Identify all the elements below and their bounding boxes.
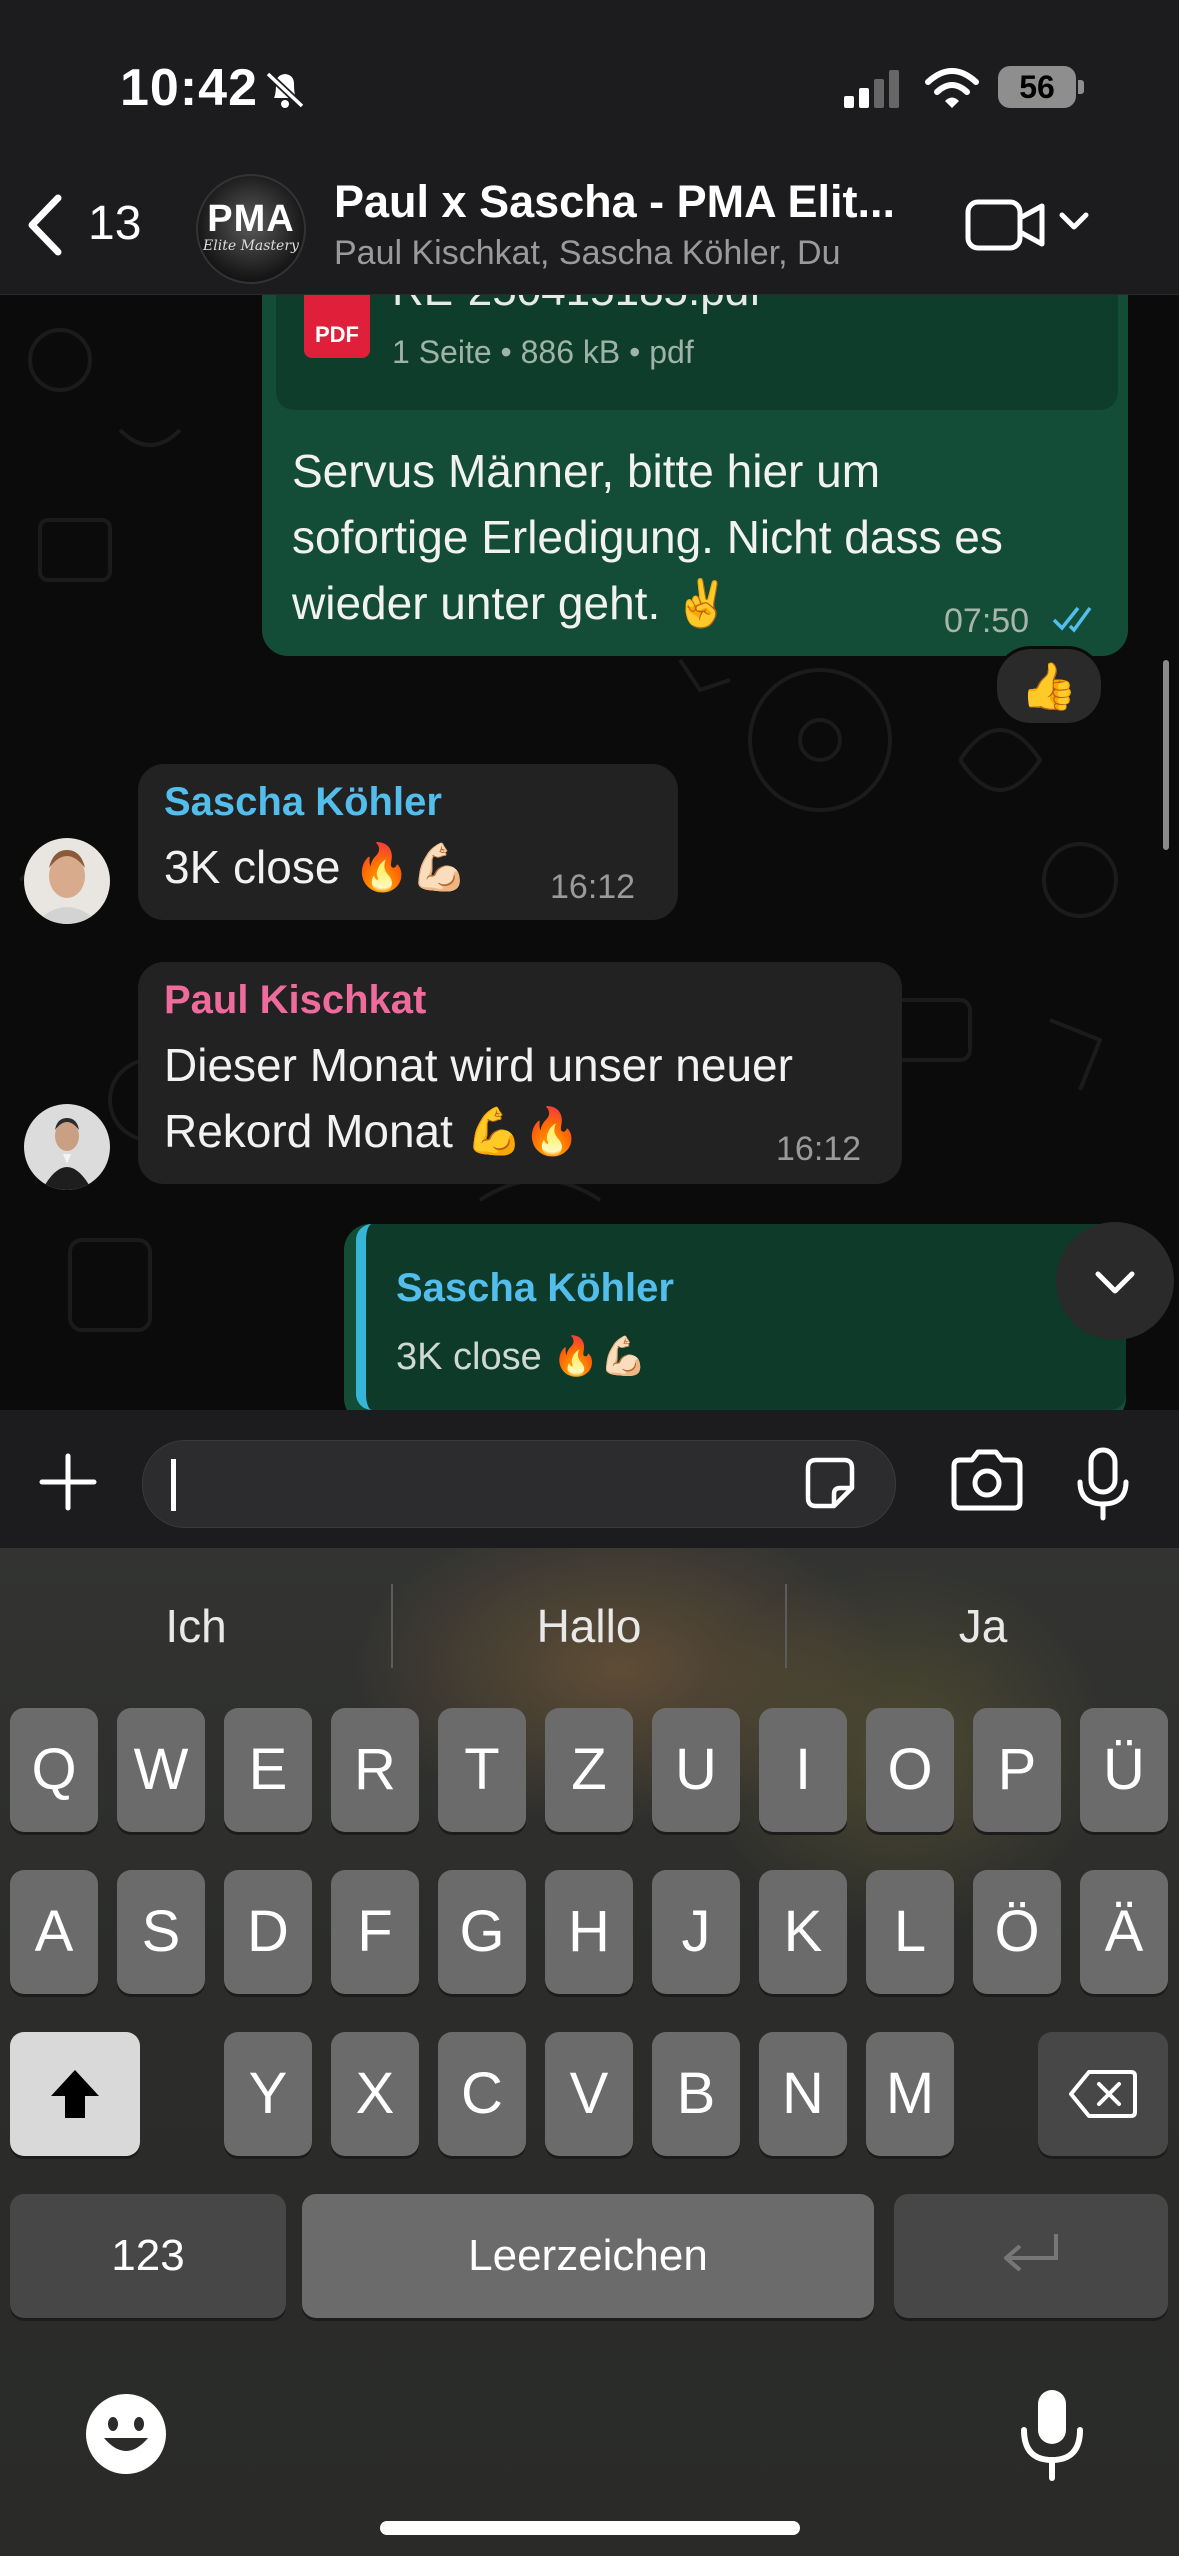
scroll-to-bottom-button[interactable] (1056, 1222, 1174, 1340)
key-f[interactable]: F (331, 1870, 419, 1994)
scroll-indicator[interactable] (1163, 660, 1169, 850)
chat-title[interactable]: Paul x Sascha - PMA Elit... (334, 176, 895, 228)
quoted-message[interactable]: Sascha Köhler 3K close 🔥💪🏻 (356, 1224, 1126, 1410)
key-i[interactable]: I (759, 1708, 847, 1832)
backspace-icon (1069, 2070, 1137, 2118)
message-time: 16:12 (550, 868, 636, 906)
key-n[interactable]: N (759, 2032, 847, 2156)
key-b[interactable]: B (652, 2032, 740, 2156)
message-time: 16:12 (776, 1130, 862, 1168)
text-cursor (171, 1459, 176, 1511)
keyboard: Ich Hallo Ja Q W E R T Z U I O P Ü A S D… (0, 1548, 1179, 2556)
key-ue[interactable]: Ü (1080, 1708, 1168, 1832)
key-p[interactable]: P (973, 1708, 1061, 1832)
message-input[interactable] (142, 1440, 896, 1528)
plus-icon[interactable] (36, 1450, 100, 1514)
chat-header: 13 PMA Elite Mastery Paul x Sascha - PMA… (0, 170, 1179, 295)
status-bar: 10:42 56 (0, 0, 1179, 170)
back-chevron-icon[interactable] (20, 192, 70, 258)
key-r[interactable]: R (331, 1708, 419, 1832)
suggestion-ja[interactable]: Ja (787, 1586, 1179, 1666)
key-s[interactable]: S (117, 1870, 205, 1994)
key-l[interactable]: L (866, 1870, 954, 1994)
group-avatar[interactable]: PMA Elite Mastery (196, 174, 306, 284)
key-j[interactable]: J (652, 1870, 740, 1994)
key-oe[interactable]: Ö (973, 1870, 1061, 1994)
message-input-bar (0, 1410, 1179, 1548)
shift-key[interactable] (10, 2032, 140, 2156)
key-v[interactable]: V (545, 2032, 633, 2156)
pdf-file-meta: 1 Seite • 886 kB • pdf (392, 334, 694, 370)
key-u[interactable]: U (652, 1708, 740, 1832)
avatar-paul[interactable] (24, 1104, 110, 1190)
chevron-down-icon[interactable] (1056, 206, 1092, 236)
message-time: 07:50 (944, 602, 1030, 640)
message-sender[interactable]: Paul Kischkat (164, 978, 426, 1023)
battery-cap (1078, 80, 1084, 94)
avatar-logo-text: PMA (207, 198, 295, 240)
message-sender[interactable]: Sascha Köhler (164, 780, 442, 825)
key-y[interactable]: Y (224, 2032, 312, 2156)
silent-mode-icon (265, 71, 305, 109)
battery-level: 56 (1019, 69, 1055, 105)
key-ae[interactable]: Ä (1080, 1870, 1168, 1994)
key-c[interactable]: C (438, 2032, 526, 2156)
chevron-down-icon (1095, 1271, 1135, 1294)
sticker-icon[interactable] (800, 1454, 860, 1514)
microphone-icon[interactable] (1074, 1446, 1132, 1522)
message-text: Dieser Monat wird unser neuer Rekord Mon… (164, 1039, 793, 1157)
delete-key[interactable] (1038, 2032, 1168, 2156)
avatar-sascha[interactable] (24, 838, 110, 924)
key-z[interactable]: Z (545, 1708, 633, 1832)
return-key[interactable] (894, 2194, 1168, 2318)
status-time: 10:42 (120, 59, 258, 117)
numbers-key[interactable]: 123 (10, 2194, 286, 2318)
message-reaction[interactable]: 👍 (994, 646, 1104, 726)
emoji-icon[interactable] (84, 2392, 168, 2476)
key-a[interactable]: A (10, 1870, 98, 1994)
video-call-icon[interactable] (964, 196, 1048, 254)
key-k[interactable]: K (759, 1870, 847, 1994)
home-indicator[interactable] (380, 2521, 800, 2535)
quoted-text: 3K close 🔥💪🏻 (396, 1336, 647, 1378)
key-t[interactable]: T (438, 1708, 526, 1832)
shift-arrow-icon (51, 2070, 99, 2118)
battery-icon: 56 (998, 66, 1076, 108)
key-m[interactable]: M (866, 2032, 954, 2156)
quoted-sender: Sascha Köhler (396, 1266, 674, 1310)
key-d[interactable]: D (224, 1870, 312, 1994)
key-g[interactable]: G (438, 1870, 526, 1994)
suggestion-ich[interactable]: Ich (0, 1586, 392, 1666)
suggestion-hallo[interactable]: Hallo (393, 1586, 785, 1666)
key-o[interactable]: O (866, 1708, 954, 1832)
dictation-microphone-icon[interactable] (1014, 2386, 1090, 2482)
key-w[interactable]: W (117, 1708, 205, 1832)
chat-participants[interactable]: Paul Kischkat, Sascha Köhler, Du (334, 234, 841, 273)
message-text: 3K close 🔥💪🏻 (164, 841, 468, 893)
key-e[interactable]: E (224, 1708, 312, 1832)
wifi-icon (925, 68, 979, 108)
cellular-signal-icon (844, 70, 899, 108)
read-receipt-icon (1052, 606, 1092, 633)
key-q[interactable]: Q (10, 1708, 98, 1832)
return-arrow-icon (1004, 2234, 1058, 2272)
back-unread-count[interactable]: 13 (88, 196, 141, 251)
space-key[interactable]: Leerzeichen (302, 2194, 874, 2318)
key-x[interactable]: X (331, 2032, 419, 2156)
avatar-logo-subtext: Elite Mastery (203, 238, 299, 254)
camera-icon[interactable] (948, 1448, 1026, 1514)
key-h[interactable]: H (545, 1870, 633, 1994)
